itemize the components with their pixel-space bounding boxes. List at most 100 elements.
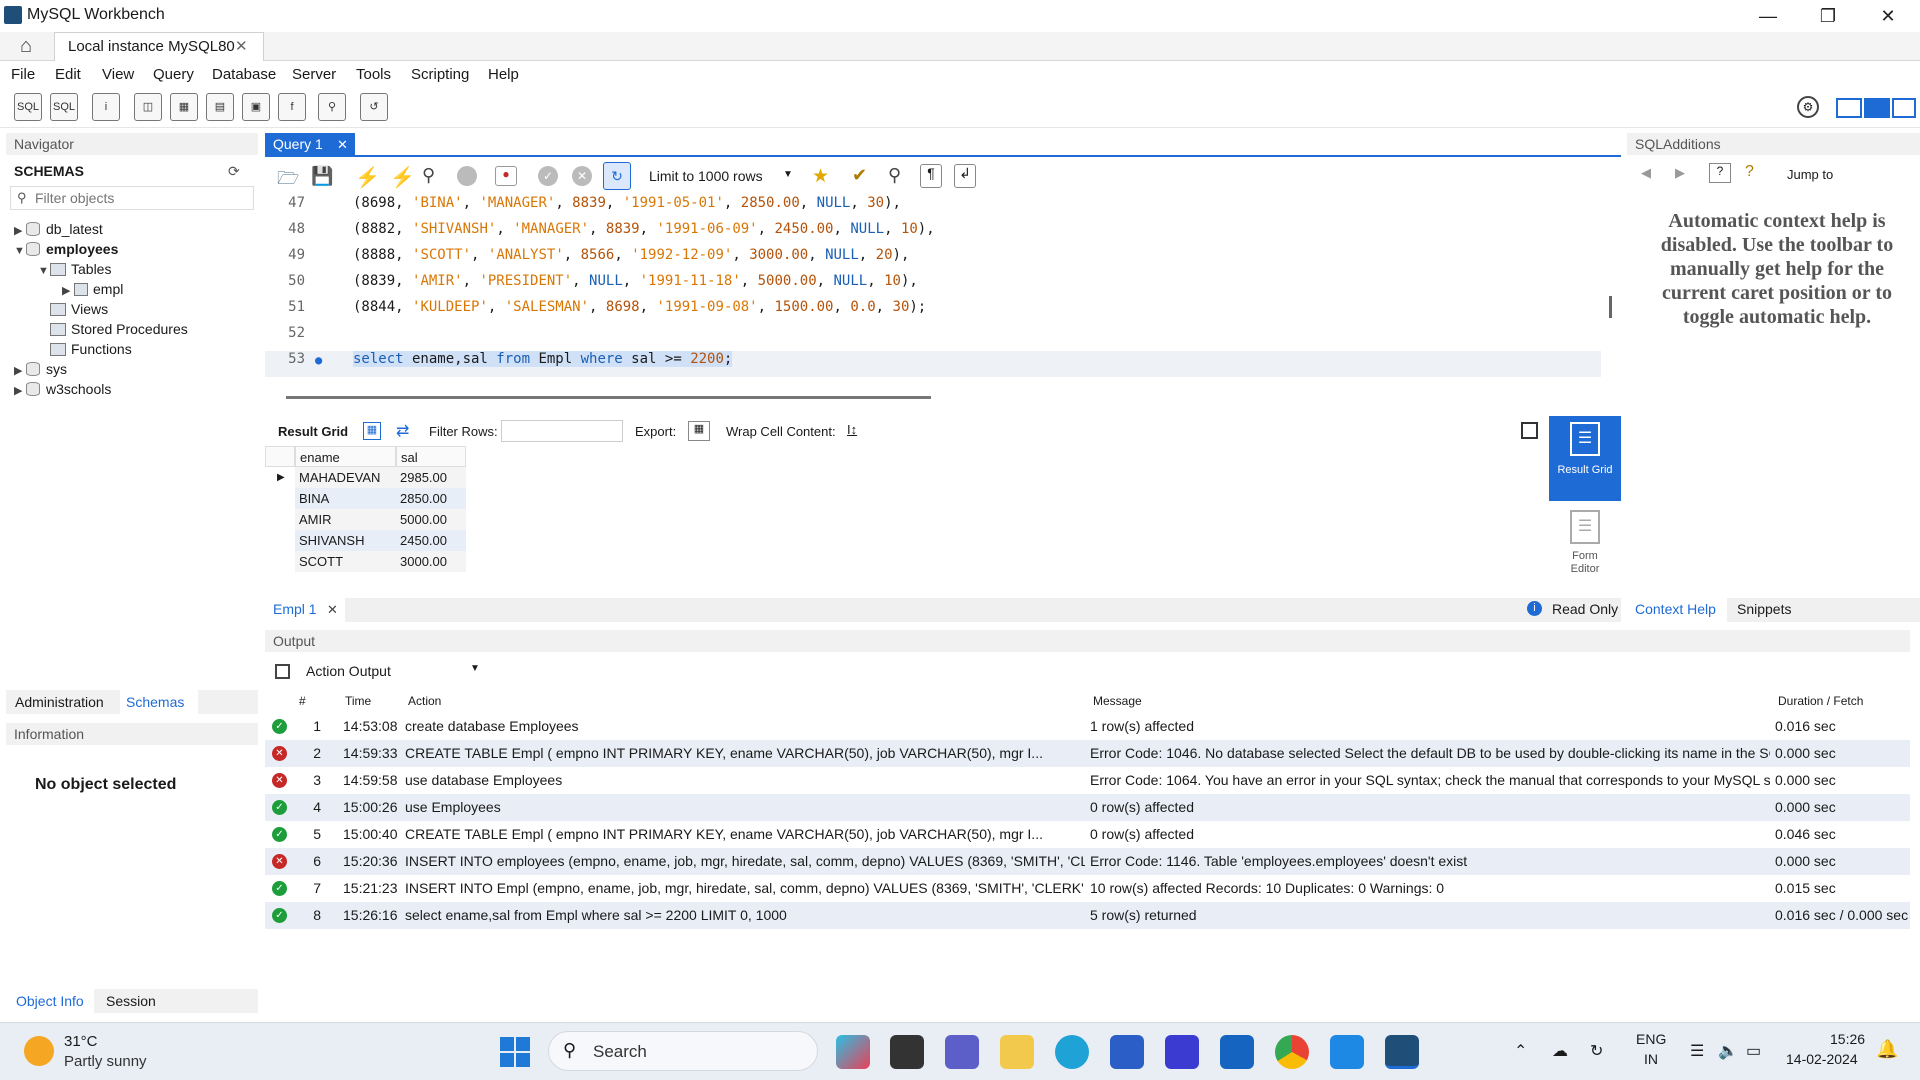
form-editor-side-button[interactable]: ☰ Form Editor (1549, 508, 1621, 588)
restore-button[interactable]: ❐ (1800, 0, 1856, 32)
column-header-ename[interactable]: ename (295, 446, 396, 467)
onedrive-icon[interactable]: ☁ (1552, 1041, 1568, 1061)
new-sql-tab-icon[interactable]: SQL (14, 93, 42, 121)
expand-arrow-icon[interactable]: ▶ (14, 364, 26, 377)
tree-item-employees[interactable]: ▼ employees (14, 241, 118, 257)
mysql-workbench-taskbar-icon[interactable] (1385, 1035, 1419, 1069)
close-window-button[interactable]: ✕ (1860, 0, 1916, 32)
filter-rows-input[interactable] (501, 420, 623, 442)
tree-item-empl[interactable]: ▶ empl (62, 281, 123, 297)
app-icon[interactable] (1330, 1035, 1364, 1069)
close-tab-icon[interactable]: ✕ (235, 37, 248, 55)
find-icon[interactable]: ⚲ (888, 165, 901, 186)
sync-icon[interactable]: ↻ (1590, 1041, 1603, 1061)
weather-description[interactable]: Partly sunny (64, 1053, 147, 1070)
teams-chat-icon[interactable] (945, 1035, 979, 1069)
rollback-icon[interactable]: ✕ (572, 166, 592, 186)
toggle-error-icon[interactable]: ● (495, 166, 517, 186)
result-grid-side-button[interactable]: ☰ Result Grid (1549, 416, 1621, 501)
menu-server[interactable]: Server (292, 66, 336, 83)
menu-help[interactable]: Help (488, 66, 519, 83)
manual-help-icon[interactable]: ? (1709, 163, 1731, 183)
beautify-icon[interactable]: ✔ (852, 165, 867, 186)
expand-arrow-icon[interactable]: ▶ (14, 224, 26, 237)
table-cell[interactable]: SCOTT (295, 551, 396, 572)
minimize-button[interactable]: — (1740, 0, 1796, 32)
collapse-arrow-icon[interactable]: ▼ (14, 245, 26, 257)
tab-administration[interactable]: Administration (15, 694, 104, 710)
output-row[interactable]: ✓ 4 15:00:26 use Employees 0 row(s) affected… (265, 794, 1910, 821)
table-cell[interactable]: BINA (295, 488, 396, 509)
tab-local-instance[interactable]: Local instance MySQL80 ✕ (54, 32, 264, 61)
weather-sun-icon[interactable] (24, 1036, 54, 1066)
commit-icon[interactable]: ✓ (538, 166, 558, 186)
tab-schemas[interactable]: Schemas (120, 690, 198, 714)
wifi-icon[interactable]: ☰ (1690, 1041, 1704, 1061)
create-procedure-icon[interactable]: ▣ (242, 93, 270, 121)
table-cell[interactable]: MAHADEVAN (295, 467, 396, 488)
grid-view-icon[interactable]: ▦ (363, 422, 381, 440)
table-cell[interactable]: 2850.00 (396, 488, 466, 509)
back-arrow-icon[interactable]: ◀ (1641, 165, 1651, 181)
tab-query-1[interactable]: Query 1 ✕ (265, 133, 355, 157)
notification-bell-icon[interactable]: 🔔 (1876, 1039, 1898, 1060)
tree-item-views[interactable]: Views (50, 301, 108, 317)
output-row[interactable]: ✓ 1 14:53:08 create database Employees 1 row… (265, 713, 1910, 740)
mail-icon[interactable] (1220, 1035, 1254, 1069)
editor-horizontal-scrollbar[interactable] (286, 396, 931, 399)
vpn-app-icon[interactable] (1165, 1035, 1199, 1069)
windows-start-icon[interactable] (500, 1037, 530, 1067)
limit-rows-select[interactable]: Limit to 1000 rows ▼ (641, 164, 799, 188)
output-row[interactable]: ✕ 2 14:59:33 CREATE TABLE Empl ( empno INT … (265, 740, 1910, 767)
stop-icon[interactable] (457, 166, 477, 186)
result-grid[interactable]: ename sal ▶ MAHADEVAN 2985.00 BINA 2850.… (265, 446, 466, 580)
search-table-data-icon[interactable]: ⚲ (318, 93, 346, 121)
task-view-icon[interactable] (890, 1035, 924, 1069)
tree-item-stored-procedures[interactable]: Stored Procedures (50, 321, 188, 337)
settings-gear-icon[interactable]: ⚙ (1797, 96, 1819, 118)
column-header-sal[interactable]: sal (396, 446, 466, 467)
create-table-icon[interactable]: ▦ (170, 93, 198, 121)
close-query-tab-icon[interactable]: ✕ (337, 137, 348, 153)
explain-icon[interactable]: ⚲ (422, 165, 435, 186)
expand-arrow-icon[interactable]: ▶ (62, 284, 74, 297)
refresh-schemas-icon[interactable]: ⟳ (228, 163, 240, 180)
create-view-icon[interactable]: ▤ (206, 93, 234, 121)
table-cell[interactable]: 3000.00 (396, 551, 466, 572)
open-file-icon[interactable]: 🗁 (277, 166, 299, 196)
language-code[interactable]: ENG (1636, 1031, 1666, 1047)
collapse-arrow-icon[interactable]: ▼ (38, 265, 50, 277)
menu-view[interactable]: View (102, 66, 134, 83)
tree-item-functions[interactable]: Functions (50, 341, 132, 357)
filter-objects-field[interactable]: ⚲ (10, 186, 254, 210)
autocommit-toggle-icon[interactable]: ↻ (603, 162, 631, 190)
menu-query[interactable]: Query (153, 66, 194, 83)
tree-item-w3schools[interactable]: ▶ w3schools (14, 381, 111, 397)
toggle-side-panel-icon[interactable] (1521, 422, 1538, 439)
show-hidden-icons-chevron-icon[interactable]: ⌃ (1514, 1041, 1527, 1061)
action-output-select[interactable]: Action Output ▼ (300, 658, 500, 684)
sql-editor[interactable]: 47 (8698, 'BINA', 'MANAGER', 8839, '1991-… (265, 195, 1601, 385)
tree-item-db-latest[interactable]: ▶ db_latest (14, 221, 103, 237)
table-cell[interactable]: SHIVANSH (295, 530, 396, 551)
auto-help-icon[interactable]: ? (1745, 163, 1754, 181)
file-explorer-icon[interactable] (1000, 1035, 1034, 1069)
clock-time[interactable]: 15:26 (1830, 1031, 1865, 1047)
open-sql-script-icon[interactable]: SQL (50, 93, 78, 121)
tab-context-help[interactable]: Context Help (1627, 598, 1727, 622)
home-icon[interactable]: ⌂ (0, 32, 52, 61)
table-cell[interactable]: AMIR (295, 509, 396, 530)
microsoft-store-icon[interactable] (1110, 1035, 1144, 1069)
table-cell[interactable]: 2450.00 (396, 530, 466, 551)
clock-date[interactable]: 14-02-2024 (1786, 1051, 1858, 1067)
output-row[interactable]: ✕ 3 14:59:58 use database Employees Error Co… (265, 767, 1910, 794)
output-row[interactable]: ✓ 8 15:26:16 select ename,sal from Empl whe… (265, 902, 1910, 929)
tab-snippets[interactable]: Snippets (1737, 601, 1791, 617)
expand-arrow-icon[interactable]: ▶ (14, 384, 26, 397)
output-row[interactable]: ✓ 5 15:00:40 CREATE TABLE Empl ( empno INT … (265, 821, 1910, 848)
create-schema-icon[interactable]: ◫ (134, 93, 162, 121)
output-row[interactable]: ✕ 6 15:20:36 INSERT INTO employees (empno, … (265, 848, 1910, 875)
volume-icon[interactable]: 🔈 (1718, 1041, 1738, 1061)
refresh-results-icon[interactable]: ⇄ (396, 421, 409, 441)
invisible-chars-icon[interactable]: ¶ (920, 164, 942, 188)
